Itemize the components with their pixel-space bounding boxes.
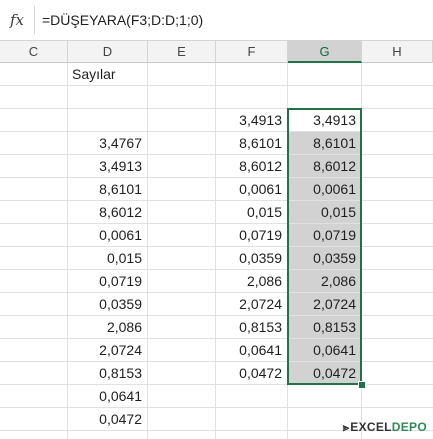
cell-g[interactable]: 3,4913: [288, 109, 360, 131]
cell-f[interactable]: 8,6012: [216, 155, 286, 177]
cell-g[interactable]: 2,0724: [288, 293, 360, 315]
column-header-row: CDEFGH: [0, 40, 433, 63]
gridline-horizontal: [0, 384, 433, 385]
cell-g[interactable]: 0,8153: [288, 316, 360, 338]
column-header-c[interactable]: C: [0, 41, 68, 63]
cell-d[interactable]: 0,0472: [68, 408, 146, 430]
header-cell-sayilar[interactable]: Sayılar: [72, 63, 116, 85]
cell-g[interactable]: 0,0472: [288, 362, 360, 384]
cell-g[interactable]: 0,0641: [288, 339, 360, 361]
cell-f[interactable]: 0,0061: [216, 178, 286, 200]
excel-depo-logo: ⪢EXCELDEPO: [343, 419, 427, 435]
cell-f[interactable]: 0,0719: [216, 224, 286, 246]
column-header-h[interactable]: H: [362, 41, 433, 63]
cell-f[interactable]: 0,0472: [216, 362, 286, 384]
cell-f[interactable]: 2,0724: [216, 293, 286, 315]
cell-f[interactable]: 0,8153: [216, 316, 286, 338]
column-header-d[interactable]: D: [68, 41, 148, 63]
spreadsheet-grid[interactable]: Sayılar 3,4767 3,4913 8,6101 8,6012 0,0061 0,…: [0, 63, 433, 439]
formula-input[interactable]: =DÜŞEYARA(F3;D:D;1;0): [42, 0, 203, 40]
column-header-e[interactable]: E: [148, 41, 216, 63]
cell-d[interactable]: 0,0061: [68, 224, 146, 246]
cell-f[interactable]: 2,086: [216, 270, 286, 292]
cell-f[interactable]: 8,6101: [216, 132, 286, 154]
cell-d[interactable]: 8,6101: [68, 178, 146, 200]
cell-d[interactable]: 2,0724: [68, 339, 146, 361]
formula-bar: fx =DÜŞEYARA(F3;D:D;1;0): [0, 0, 433, 40]
column-header-f[interactable]: F: [216, 41, 288, 63]
cell-g[interactable]: 8,6101: [288, 132, 360, 154]
cell-d[interactable]: 0,015: [68, 247, 146, 269]
cell-f[interactable]: 0,0641: [216, 339, 286, 361]
formula-bar-divider: [34, 6, 35, 34]
gridline-horizontal: [0, 85, 433, 86]
cell-d[interactable]: 0,0641: [68, 385, 146, 407]
cell-f[interactable]: 0,0359: [216, 247, 286, 269]
fx-icon[interactable]: fx: [0, 0, 34, 40]
logo-mark-icon: ⪢: [342, 422, 350, 434]
cell-d[interactable]: 2,086: [68, 316, 146, 338]
logo-text-excel: EXCEL: [350, 420, 392, 434]
cell-g[interactable]: 0,0359: [288, 247, 360, 269]
cell-d[interactable]: 0,0359: [68, 293, 146, 315]
gridline-vertical: [147, 63, 148, 439]
fill-handle[interactable]: [358, 381, 366, 389]
cell-d[interactable]: 0,8153: [68, 362, 146, 384]
cell-d[interactable]: 3,4767: [68, 132, 146, 154]
cell-g[interactable]: 0,0061: [288, 178, 360, 200]
cell-f[interactable]: 0,015: [216, 201, 286, 223]
cell-f[interactable]: 3,4913: [216, 109, 286, 131]
cell-g[interactable]: 0,015: [288, 201, 360, 223]
logo-text-depo: DEPO: [391, 420, 427, 434]
cell-g[interactable]: 2,086: [288, 270, 360, 292]
cell-d[interactable]: 3,4913: [68, 155, 146, 177]
cell-d[interactable]: 0,0719: [68, 270, 146, 292]
cell-g[interactable]: 0,0719: [288, 224, 360, 246]
column-header-g[interactable]: G: [288, 41, 362, 63]
cell-d[interactable]: 8,6012: [68, 201, 146, 223]
gridline-horizontal: [0, 407, 433, 408]
cell-g[interactable]: 8,6012: [288, 155, 360, 177]
